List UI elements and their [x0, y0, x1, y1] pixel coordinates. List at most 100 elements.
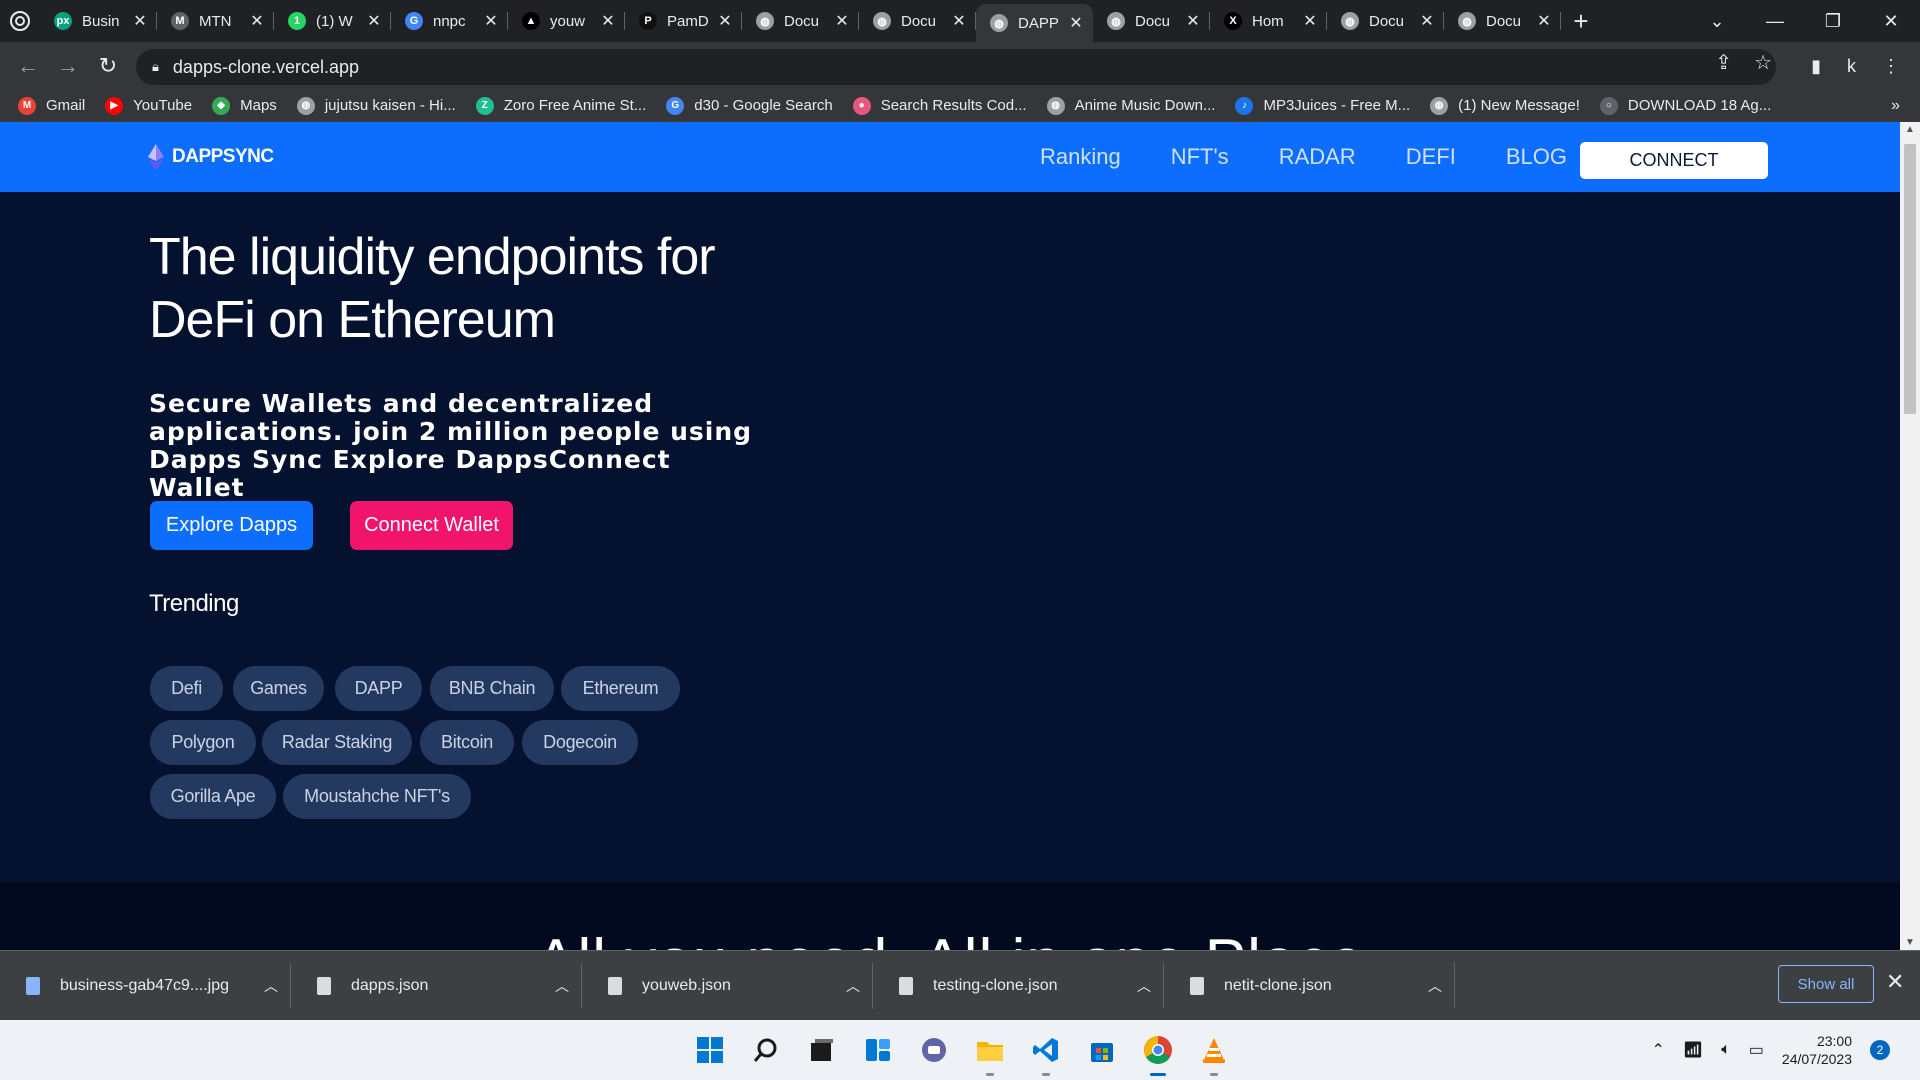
side-panel-icon[interactable]: ▮: [1811, 56, 1821, 77]
show-all-downloads-button[interactable]: Show all: [1778, 965, 1874, 1003]
bookmark-item[interactable]: ♪ MP3Juices - Free M...: [1235, 96, 1410, 115]
profile-button[interactable]: k: [1847, 56, 1856, 77]
browser-tab[interactable]: 1 (1) W ✕: [274, 0, 391, 42]
download-item[interactable]: testing-clone.json ︿: [873, 951, 1164, 1021]
browser-tab[interactable]: X Hom ✕: [1210, 0, 1327, 42]
close-downloads-icon[interactable]: ✕: [1886, 969, 1904, 995]
share-icon[interactable]: ⇪: [1715, 50, 1732, 75]
pinned-tab-chatgpt[interactable]: [0, 0, 40, 42]
trending-chip[interactable]: Radar Staking: [262, 720, 412, 765]
chevron-up-icon[interactable]: ︿: [833, 976, 873, 996]
nav-link[interactable]: DEFI: [1406, 144, 1456, 170]
trending-chip[interactable]: BNB Chain: [430, 666, 554, 711]
bookmark-item[interactable]: ◍ jujutsu kaisen - Hi...: [296, 96, 456, 115]
close-tab-icon[interactable]: ✕: [833, 11, 851, 31]
close-tab-icon[interactable]: ✕: [1418, 11, 1436, 31]
vlc-button[interactable]: [1194, 1030, 1234, 1076]
bookmark-item[interactable]: Gd30 - Google Search: [666, 96, 833, 115]
address-bar[interactable]: 🔒︎ dapps-clone.vercel.app: [136, 49, 1776, 85]
close-tab-icon[interactable]: ✕: [1535, 11, 1553, 31]
forward-icon[interactable]: →: [48, 53, 88, 79]
close-tab-icon[interactable]: ✕: [1301, 11, 1319, 31]
browser-tab[interactable]: px Busin ✕: [40, 0, 157, 42]
connect-button[interactable]: CONNECT: [1580, 142, 1768, 179]
browser-tab[interactable]: M MTN ✕: [157, 0, 274, 42]
connect-wallet-button[interactable]: Connect Wallet: [350, 501, 513, 550]
teams-chat-button[interactable]: [914, 1030, 954, 1070]
notification-badge[interactable]: 2: [1870, 1040, 1890, 1060]
nav-link[interactable]: NFT's: [1171, 144, 1229, 170]
bookmark-item[interactable]: ◍ (1) New Message!: [1430, 96, 1580, 115]
close-tab-icon[interactable]: ✕: [950, 11, 968, 31]
volume-icon[interactable]: 🔈︎: [1721, 1041, 1731, 1059]
tab-search-icon[interactable]: ⌄: [1688, 11, 1746, 32]
trending-chip[interactable]: Polygon: [150, 720, 256, 765]
browser-tab[interactable]: ◍ Docu ✕: [1093, 0, 1210, 42]
close-tab-icon[interactable]: ✕: [716, 11, 734, 31]
new-tab-button[interactable]: +: [1561, 6, 1601, 37]
bookmark-star-icon[interactable]: ☆: [1754, 50, 1772, 75]
bookmark-item[interactable]: ◆ Maps: [212, 96, 277, 115]
trending-chip[interactable]: Gorilla Ape: [150, 774, 276, 819]
trending-chip[interactable]: DAPP: [335, 666, 422, 711]
chevron-up-icon[interactable]: ︿: [542, 976, 582, 996]
nav-link[interactable]: Ranking: [1040, 144, 1121, 170]
close-tab-icon[interactable]: ✕: [131, 11, 149, 31]
page-scrollbar[interactable]: ▲ ▼: [1900, 122, 1920, 950]
browser-tab[interactable]: P PamD ✕: [625, 0, 742, 42]
close-tab-icon[interactable]: ✕: [248, 11, 266, 31]
menu-icon[interactable]: ⋮: [1882, 56, 1900, 77]
chevron-up-icon[interactable]: ︿: [1415, 976, 1455, 996]
browser-tab[interactable]: ◍ Docu ✕: [859, 0, 976, 42]
close-tab-icon[interactable]: ✕: [482, 11, 500, 31]
battery-icon[interactable]: ▭: [1749, 1040, 1764, 1060]
reload-icon[interactable]: ↻: [88, 53, 128, 79]
browser-tab[interactable]: Gnnpc ✕: [391, 0, 508, 42]
chevron-up-icon[interactable]: ︿: [251, 976, 291, 996]
trending-chip[interactable]: Bitcoin: [420, 720, 514, 765]
wifi-icon[interactable]: 📶︎: [1683, 1040, 1703, 1060]
download-item[interactable]: netit-clone.json ︿: [1164, 951, 1455, 1021]
download-item[interactable]: dapps.json ︿: [291, 951, 582, 1021]
close-tab-icon[interactable]: ✕: [365, 11, 383, 31]
tray-overflow-icon[interactable]: ⌃: [1651, 1040, 1664, 1060]
widgets-button[interactable]: [858, 1030, 898, 1070]
browser-tab[interactable]: ◍ Docu ✕: [742, 0, 859, 42]
vscode-button[interactable]: [1026, 1030, 1066, 1076]
close-window-button[interactable]: ✕: [1862, 11, 1920, 32]
browser-tab[interactable]: ◍ Docu ✕: [1444, 0, 1561, 42]
brand-logo-link[interactable]: DAPPSYNC: [148, 144, 274, 170]
search-button[interactable]: [746, 1030, 786, 1070]
browser-tab[interactable]: ▲ youw ✕: [508, 0, 625, 42]
trending-chip[interactable]: Ethereum: [561, 666, 680, 711]
bookmark-item[interactable]: M Gmail: [18, 96, 85, 115]
chrome-button[interactable]: [1138, 1030, 1178, 1076]
lock-icon[interactable]: 🔒︎: [152, 59, 159, 75]
task-view-button[interactable]: [802, 1030, 842, 1070]
file-explorer-button[interactable]: [970, 1030, 1010, 1076]
explore-dapps-button[interactable]: Explore Dapps: [150, 501, 313, 550]
download-item[interactable]: youweb.json ︿: [582, 951, 873, 1021]
close-tab-icon[interactable]: ✕: [1184, 11, 1202, 31]
close-tab-icon[interactable]: ✕: [1067, 13, 1085, 33]
trending-chip[interactable]: Defi: [150, 666, 223, 711]
bookmark-item[interactable]: ◍ Anime Music Down...: [1046, 96, 1215, 115]
nav-link[interactable]: RADAR: [1279, 144, 1356, 170]
scroll-up-icon[interactable]: ▲: [1900, 124, 1920, 135]
chevron-up-icon[interactable]: ︿: [1124, 976, 1164, 996]
back-icon[interactable]: ←: [8, 53, 48, 79]
start-button[interactable]: [690, 1030, 730, 1070]
scrollbar-thumb[interactable]: [1904, 144, 1916, 414]
bookmark-item[interactable]: ▶ YouTube: [105, 96, 192, 115]
trending-chip[interactable]: Dogecoin: [522, 720, 638, 765]
trending-chip[interactable]: Games: [233, 666, 324, 711]
scroll-down-icon[interactable]: ▼: [1900, 937, 1920, 948]
restore-button[interactable]: ❐: [1804, 11, 1862, 32]
clock[interactable]: 23:00 24/07/2023: [1782, 1032, 1852, 1068]
nav-link[interactable]: BLOG: [1506, 144, 1567, 170]
url-text[interactable]: dapps-clone.vercel.app: [173, 57, 359, 78]
bookmark-item[interactable]: ○ DOWNLOAD 18 Ag...: [1599, 96, 1771, 115]
bookmark-item[interactable]: ● Search Results Cod...: [852, 96, 1027, 115]
minimize-button[interactable]: —: [1746, 11, 1804, 32]
close-tab-icon[interactable]: ✕: [599, 11, 617, 31]
